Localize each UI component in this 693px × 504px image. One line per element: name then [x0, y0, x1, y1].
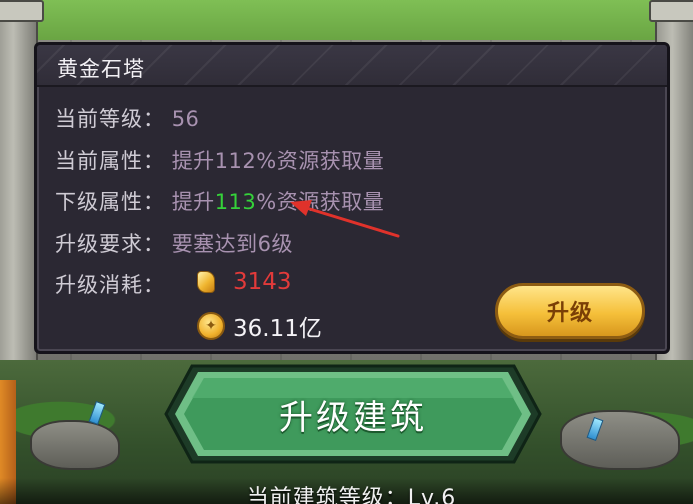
cost-gem: 3143: [197, 267, 292, 297]
current-level-value: 56: [171, 107, 200, 131]
next-attribute-highlight: 113: [214, 190, 257, 214]
cost-coin: ✦ 36.11亿: [197, 311, 322, 342]
red-arrow-annotation: [290, 200, 400, 238]
panel-header: 黄金石塔: [37, 45, 667, 87]
gem-cost-amount: 3143: [233, 269, 292, 295]
row-current-level: 当前等级： 56: [55, 103, 384, 145]
gold-coin-icon: ✦: [197, 312, 225, 340]
pillar-cap-left: [0, 0, 44, 22]
stone-pillar-left: [0, 0, 38, 400]
row-label: 当前属性：: [55, 148, 165, 173]
rock: [30, 420, 120, 470]
row-label: 升级消耗：: [55, 273, 165, 297]
row-label: 下级属性：: [55, 190, 165, 214]
upgrade-building-label: 升级建筑: [279, 398, 427, 438]
gold-gem-icon: [197, 271, 215, 293]
next-attribute-prefix: 提升: [171, 190, 215, 214]
pillar-cap-right: [649, 0, 693, 22]
row-label: 当前等级：: [55, 107, 165, 131]
grass-top: [0, 0, 693, 40]
requirement-value: 要塞达到6级: [171, 231, 294, 256]
row-label: 升级要求：: [55, 231, 165, 256]
coin-cost-amount: 36.11亿: [233, 316, 322, 342]
upgrade-building-button[interactable]: 升级建筑: [162, 362, 544, 466]
current-building-level: 当前建筑等级：Lv.6: [246, 486, 457, 504]
rock: [560, 410, 680, 470]
upgrade-button[interactable]: 升级: [495, 283, 645, 339]
building-name: 黄金石塔: [57, 57, 145, 81]
row-current-attribute: 当前属性： 提升112%资源获取量: [55, 145, 384, 187]
current-attribute-value: 提升112%资源获取量: [171, 148, 385, 173]
